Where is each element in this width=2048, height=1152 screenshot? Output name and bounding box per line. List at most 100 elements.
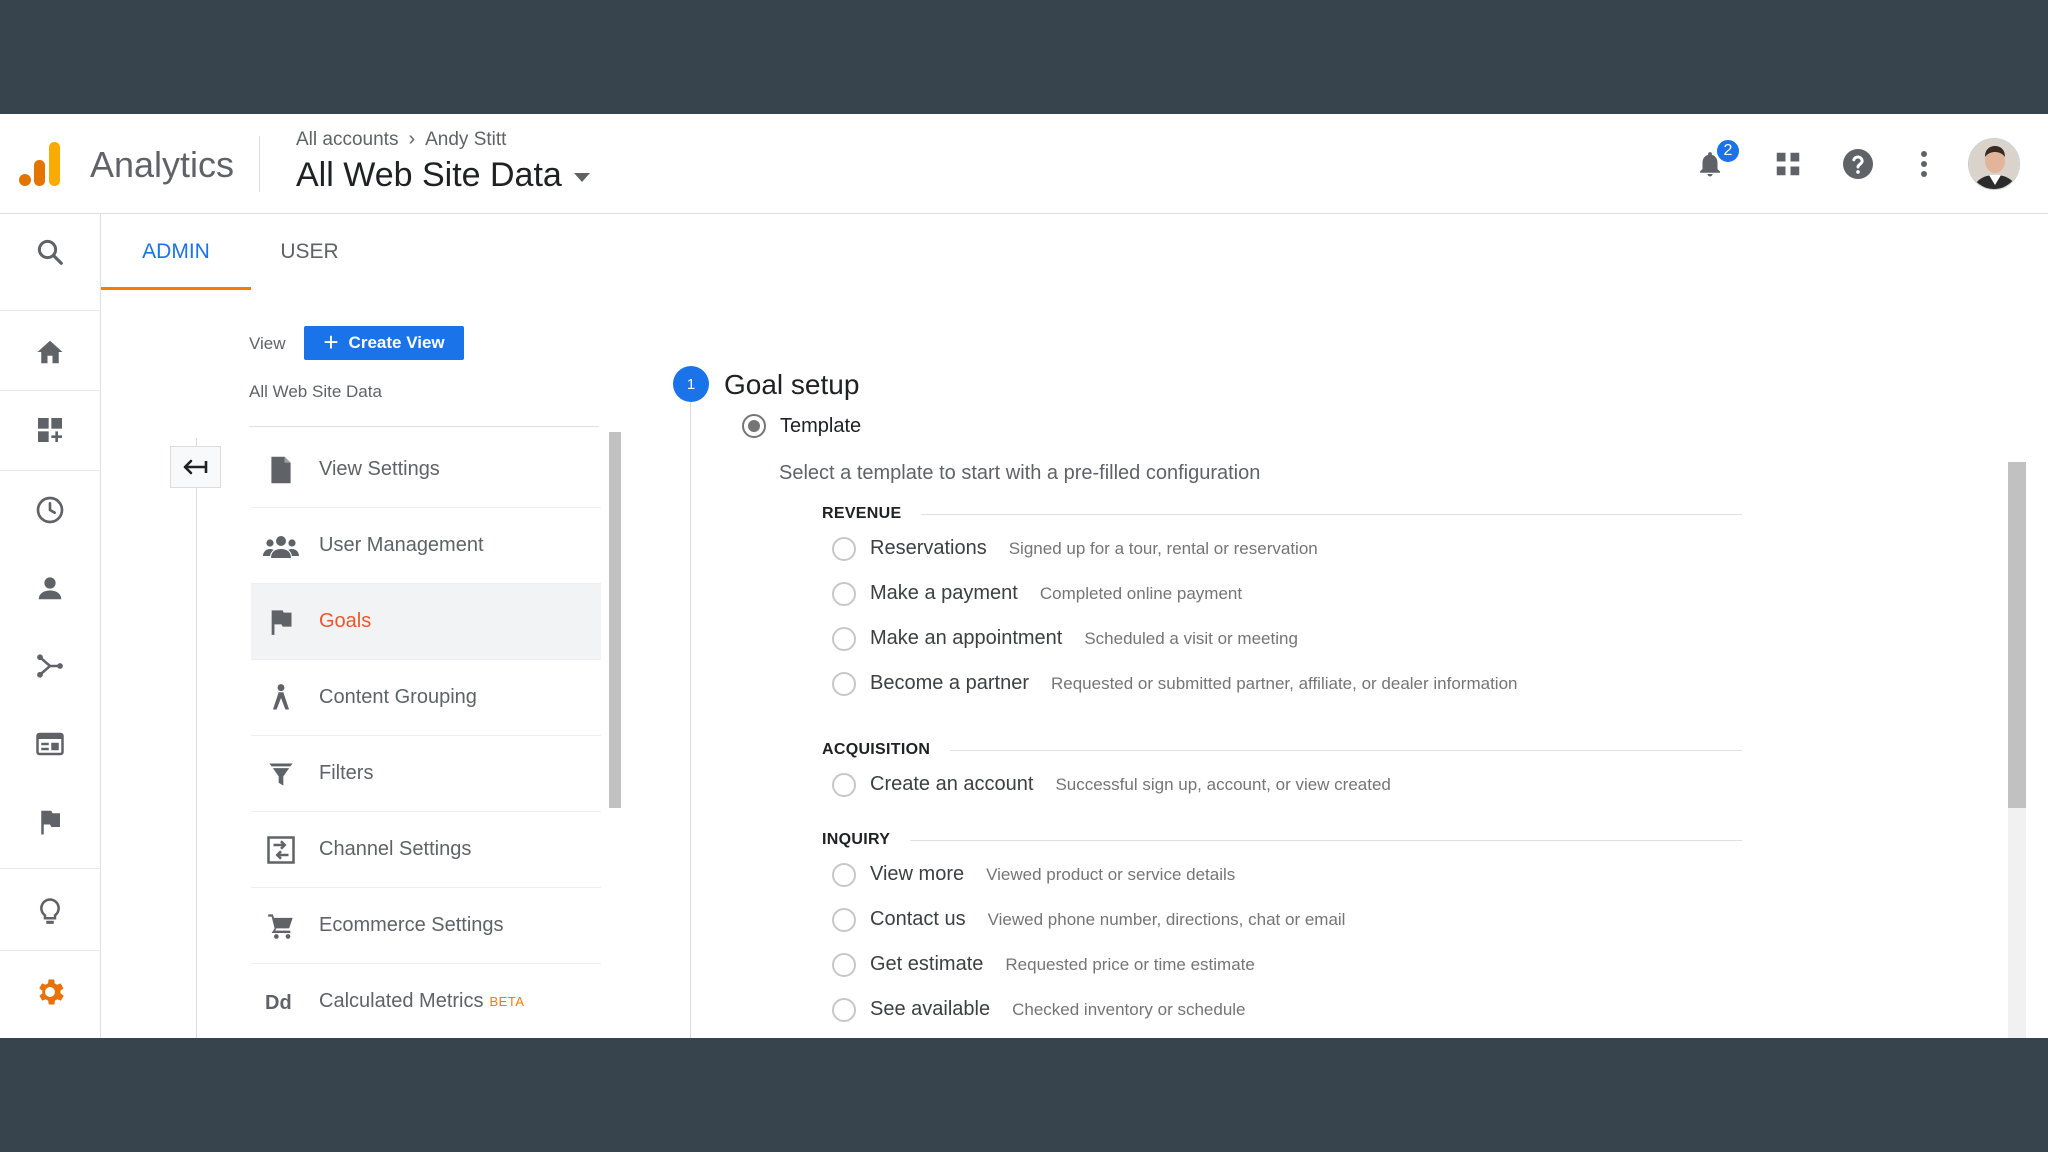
menu-item-view-settings[interactable]: View Settings (251, 432, 601, 508)
option-description: Viewed product or service details (986, 864, 1236, 884)
option-description: Requested price or time estimate (1005, 954, 1255, 974)
menu-item-label: User Management (319, 534, 484, 556)
section-title: REVENUE (822, 505, 902, 522)
chevron-right-icon: › (408, 128, 416, 150)
option-label: View more (870, 863, 965, 885)
option-radio[interactable] (832, 626, 856, 651)
rail-divider (0, 310, 100, 311)
option-get-estimate[interactable]: Get estimate Requested price or time esti… (832, 942, 1742, 987)
option-description: Completed online payment (1039, 583, 1243, 603)
menu-item-label: Ecommerce Settings (319, 914, 504, 936)
rail-behavior[interactable] (0, 714, 100, 774)
section-title: ACQUISITION (822, 741, 931, 758)
account-avatar[interactable] (1968, 138, 2020, 190)
dashboard-icon (38, 418, 62, 442)
section-acquisition: ACQUISITION Create an account Successful … (822, 738, 1742, 807)
option-see-available[interactable]: See available Checked inventory or schedu… (832, 987, 1742, 1032)
menu-item-goals[interactable]: Goals (251, 584, 601, 660)
lightbulb-icon (40, 898, 60, 924)
option-radio[interactable] (832, 581, 856, 606)
menu-item-label: View Settings (319, 458, 440, 480)
current-view-name[interactable]: All Web Site Data (249, 382, 382, 402)
option-view-more[interactable]: View more Viewed product or service detai… (832, 852, 1742, 897)
view-column-label: View (249, 334, 286, 353)
rail-home[interactable] (0, 322, 100, 382)
breadcrumb-account[interactable]: All accounts (296, 129, 398, 151)
help-button[interactable] (1838, 144, 1878, 184)
option-radio[interactable] (832, 772, 856, 797)
rail-admin[interactable] (0, 962, 100, 1022)
menu-item-filters[interactable]: Filters (251, 736, 601, 812)
flag-icon (271, 609, 292, 635)
option-become-a-partner[interactable]: Become a partner Requested or submitted p… (832, 661, 1742, 706)
template-option[interactable]: Template (742, 414, 861, 438)
option-make-a-payment[interactable]: Make a payment Completed online payment (832, 571, 1742, 616)
menu-item-label: Goals (319, 610, 372, 632)
menu-item-calculated-metrics[interactable]: Dd Calculated Metrics BETA (251, 964, 601, 1038)
option-label: Make an appointment (870, 627, 1063, 649)
template-description: Select a template to start with a pre-fi… (779, 462, 1261, 484)
channel-icon (267, 835, 295, 864)
create-view-label: Create View (348, 333, 445, 352)
menu-item-label: Content Grouping (319, 686, 477, 708)
collapse-column-button[interactable] (170, 446, 221, 488)
search-icon (37, 239, 63, 265)
option-create-an-account[interactable]: Create an account Successful sign up, acc… (832, 762, 1742, 807)
option-make-an-appointment[interactable]: Make an appointment Scheduled a visit or … (832, 616, 1742, 661)
rail-search[interactable] (0, 222, 100, 282)
option-description: Checked inventory or schedule (1012, 999, 1246, 1019)
option-reservations[interactable]: Reservations Signed up for a tour, rental… (832, 526, 1742, 571)
menu-item-label: Filters (319, 762, 374, 784)
column-scrollbar[interactable] (609, 432, 621, 808)
option-radio[interactable] (832, 907, 856, 932)
breadcrumb-property[interactable]: Andy Stitt (425, 129, 506, 151)
rail-divider (0, 470, 100, 471)
view-selector[interactable]: All Web Site Data (296, 156, 590, 195)
option-description: Successful sign up, account, or view cre… (1055, 774, 1391, 794)
option-radio[interactable] (832, 536, 856, 561)
beta-badge: BETA (489, 994, 525, 1009)
filter-icon (269, 763, 293, 786)
option-contact-us[interactable]: Contact us Viewed phone number, direction… (832, 897, 1742, 942)
option-radio[interactable] (832, 862, 856, 887)
section-title: INQUIRY (822, 831, 891, 848)
template-radio[interactable] (742, 414, 766, 438)
menu-item-user-management[interactable]: User Management (251, 508, 601, 584)
people-icon (263, 535, 299, 558)
more-options-button[interactable] (1904, 144, 1944, 184)
option-label: Reservations (870, 537, 987, 559)
rail-customization[interactable] (0, 400, 100, 460)
view-column: View + Create View All Web Site Data Vie… (101, 290, 621, 1038)
option-label: Become a partner (870, 672, 1029, 694)
menu-item-ecommerce-settings[interactable]: Ecommerce Settings (251, 888, 601, 964)
rail-conversions[interactable] (0, 792, 100, 852)
create-view-button[interactable]: + Create View (304, 326, 464, 360)
option-description: Viewed phone number, directions, chat or… (987, 909, 1346, 929)
option-radio[interactable] (832, 997, 856, 1022)
home-icon (37, 340, 63, 364)
apps-button[interactable] (1768, 144, 1808, 184)
option-radio[interactable] (832, 952, 856, 977)
brand-name: Analytics (90, 144, 235, 185)
goal-panel-scrollbar[interactable] (2008, 462, 2026, 808)
menu-item-content-grouping[interactable]: Content Grouping (251, 660, 601, 736)
step-number: 1 (673, 366, 709, 402)
column-divider (249, 426, 599, 427)
tab-admin[interactable]: ADMIN (101, 214, 251, 290)
step-connector-line (690, 390, 691, 1038)
plus-icon: + (323, 326, 339, 357)
notification-badge: 2 (1715, 138, 1741, 164)
tab-user[interactable]: USER (251, 214, 368, 290)
apps-grid-icon (1776, 152, 1800, 176)
option-radio[interactable] (832, 671, 856, 696)
option-label: Contact us (870, 908, 966, 930)
rail-acquisition[interactable] (0, 636, 100, 696)
rail-discover[interactable] (0, 882, 100, 942)
acquisition-icon (37, 654, 63, 678)
view-settings-menu: View Settings User Management Goals Cont… (251, 432, 601, 1038)
rail-realtime[interactable] (0, 480, 100, 540)
option-description: Scheduled a visit or meeting (1084, 628, 1298, 648)
top-header: Analytics All accounts › Andy Stitt All … (0, 114, 2048, 214)
menu-item-channel-settings[interactable]: Channel Settings (251, 812, 601, 888)
rail-audience[interactable] (0, 558, 100, 618)
